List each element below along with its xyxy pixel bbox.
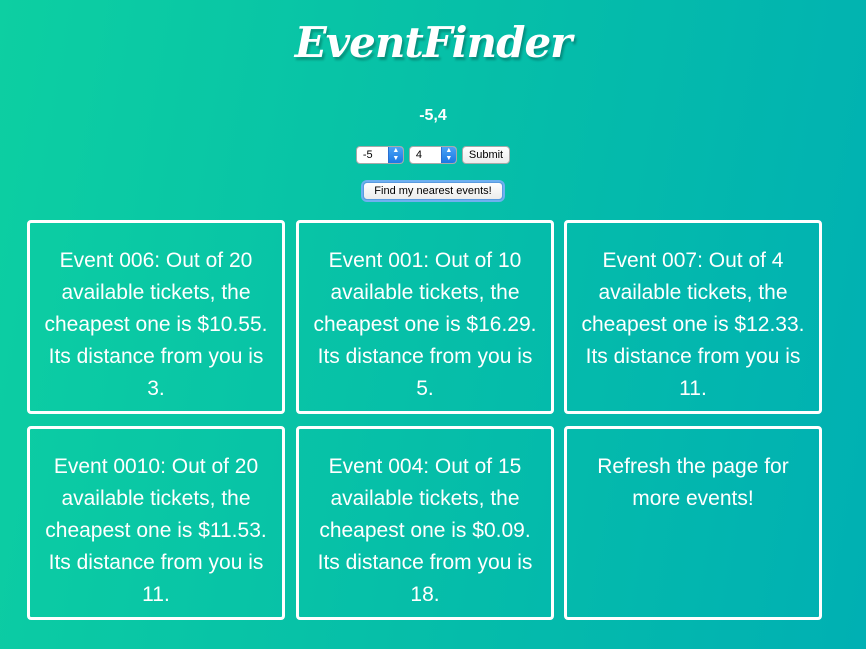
submit-button[interactable]: Submit xyxy=(461,146,511,164)
coordinates-display: -5,4 xyxy=(419,107,447,124)
x-coordinate-value: -5 xyxy=(362,149,373,161)
find-events-row: Find my nearest events! xyxy=(0,182,866,200)
event-card-text: Event 004: Out of 15 available tickets, … xyxy=(317,455,533,606)
x-coordinate-select[interactable]: -5 ▲ ▼ xyxy=(355,146,404,164)
event-card-text: Event 001: Out of 10 available tickets, … xyxy=(313,249,537,400)
event-card: Event 0010: Out of 20 available tickets,… xyxy=(27,426,285,620)
event-card-text: Event 007: Out of 4 available tickets, t… xyxy=(581,249,805,400)
refresh-message-card: Refresh the page for more events! xyxy=(564,426,822,620)
app-title: EventFinder xyxy=(294,18,573,67)
event-card: Event 004: Out of 15 available tickets, … xyxy=(296,426,554,620)
y-coordinate-select[interactable]: 4 ▲ ▼ xyxy=(408,146,457,164)
event-card: Event 006: Out of 20 available tickets, … xyxy=(27,220,285,414)
y-coordinate-value: 4 xyxy=(415,149,422,161)
event-card: Event 007: Out of 4 available tickets, t… xyxy=(564,220,822,414)
refresh-message-text: Refresh the page for more events! xyxy=(597,455,789,510)
find-nearest-events-button[interactable]: Find my nearest events! xyxy=(363,182,503,200)
event-card-text: Event 0010: Out of 20 available tickets,… xyxy=(45,455,267,606)
chevron-up-down-icon: ▲ ▼ xyxy=(387,147,403,163)
event-card-text: Event 006: Out of 20 available tickets, … xyxy=(44,249,268,400)
chevron-up-down-icon: ▲ ▼ xyxy=(440,147,456,163)
coordinate-controls: -5 ▲ ▼ 4 ▲ ▼ Submit xyxy=(0,146,866,164)
event-card: Event 001: Out of 10 available tickets, … xyxy=(296,220,554,414)
